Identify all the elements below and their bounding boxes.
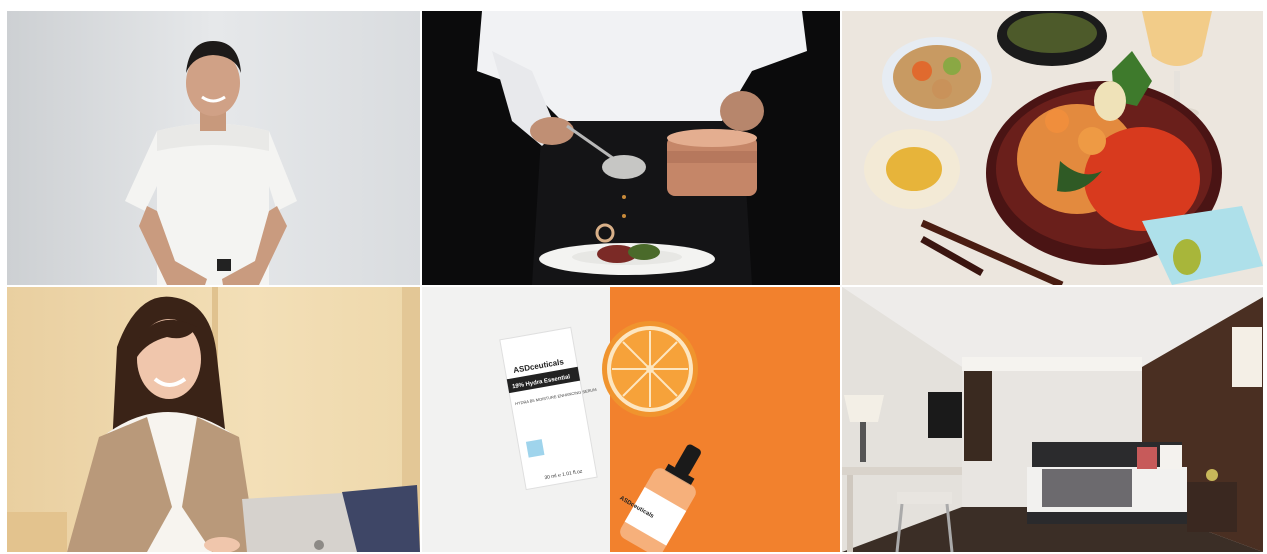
- photo-serum-product: ASDceuticals 19% Hydra Essential HYDRA B…: [422, 287, 840, 552]
- chef-plating-image: [422, 11, 840, 285]
- photo-portrait-man: [7, 11, 420, 285]
- photo-hotel-bedroom: [842, 287, 1263, 552]
- serum-product-image: ASDceuticals 19% Hydra Essential HYDRA B…: [422, 287, 840, 552]
- seafood-donburi-image: [842, 11, 1263, 285]
- photo-chef-plating: [422, 11, 840, 285]
- portrait-man-image: [7, 11, 420, 285]
- photo-grid: ASDceuticals 19% Hydra Essential HYDRA B…: [7, 11, 1263, 552]
- photo-seafood-donburi: [842, 11, 1263, 285]
- woman-laptop-image: [7, 287, 420, 552]
- photo-woman-laptop: [7, 287, 420, 552]
- hotel-bedroom-image: [842, 287, 1263, 552]
